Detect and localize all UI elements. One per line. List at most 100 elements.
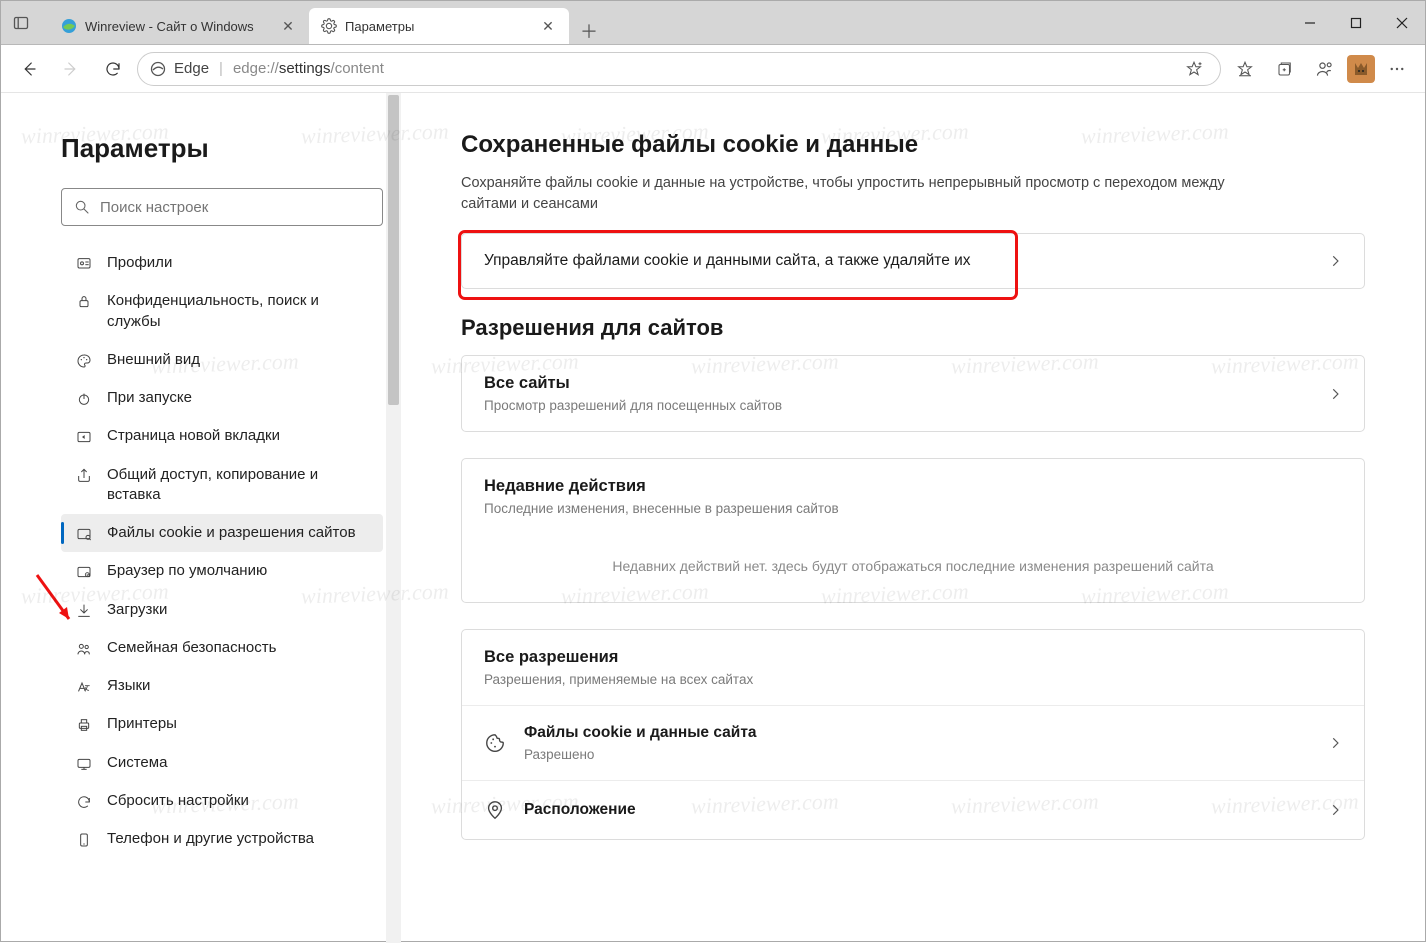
favorite-star-button[interactable] (1180, 51, 1208, 87)
tab-actions-icon (13, 15, 29, 31)
chevron-right-icon (1328, 736, 1342, 750)
profile-icon (75, 255, 93, 273)
tab-actions-button[interactable] (1, 1, 41, 44)
refresh-button[interactable] (95, 51, 131, 87)
forward-button[interactable] (53, 51, 89, 87)
all-permissions-card: Все разрешения Разрешения, применяемые н… (461, 629, 1365, 840)
nav-profiles[interactable]: Профили (61, 244, 383, 282)
sidebar-scrollbar[interactable] (386, 93, 401, 943)
site-permissions-heading: Разрешения для сайтов (461, 315, 1365, 341)
close-tab-button[interactable]: ✕ (279, 18, 297, 35)
new-tab-button[interactable]: ＋ (569, 18, 609, 44)
tab-label: Параметры (345, 19, 531, 34)
search-input[interactable] (100, 199, 370, 216)
favorites-button[interactable] (1227, 51, 1263, 87)
nav-share[interactable]: Общий доступ, копирование и вставка (61, 456, 383, 515)
all-sites-card[interactable]: Все сайты Просмотр разрешений для посеще… (461, 355, 1365, 432)
chevron-right-icon (1328, 254, 1342, 268)
divider: | (219, 60, 223, 77)
default-browser-icon (75, 563, 93, 581)
perm-location-title: Расположение (524, 801, 1310, 819)
all-perms-sub: Разрешения, применяемые на всех сайтах (484, 672, 753, 687)
saved-cookies-sub: Сохраняйте файлы cookie и данные на устр… (461, 173, 1281, 215)
download-icon (75, 602, 93, 620)
recent-title: Недавние действия (484, 477, 839, 496)
palette-icon (75, 352, 93, 370)
reset-icon (75, 793, 93, 811)
settings-search[interactable] (61, 188, 383, 226)
perm-cookies-row[interactable]: Файлы cookie и данные сайта Разрешено (462, 706, 1364, 780)
collections-button[interactable] (1267, 51, 1303, 87)
perm-cookies-status: Разрешено (524, 747, 1310, 762)
nav-default-browser[interactable]: Браузер по умолчанию (61, 552, 383, 590)
nav-downloads[interactable]: Загрузки (61, 591, 383, 629)
phone-icon (75, 831, 93, 849)
all-sites-sub: Просмотр разрешений для посещенных сайто… (484, 398, 782, 413)
printer-icon (75, 716, 93, 734)
titlebar: Winreview - Сайт о Windows ✕ Параметры ✕… (1, 1, 1425, 45)
location-icon (484, 799, 506, 821)
address-bar[interactable]: Edge | edge://settings/content (137, 52, 1221, 86)
settings-sidebar: Параметры Профили Конфиденциальность, по… (1, 93, 401, 943)
nav-startup[interactable]: При запуске (61, 379, 383, 417)
share-icon (75, 467, 93, 485)
nav-printers[interactable]: Принтеры (61, 705, 383, 743)
newtab-icon (75, 428, 93, 446)
minimize-button[interactable] (1287, 1, 1333, 44)
nav-privacy[interactable]: Конфиденциальность, поиск и службы (61, 282, 383, 341)
nav-cookies[interactable]: Файлы cookie и разрешения сайтов (61, 514, 383, 552)
close-window-button[interactable] (1379, 1, 1425, 44)
chevron-right-icon (1328, 387, 1342, 401)
cookies-icon (75, 525, 93, 543)
recent-empty-msg: Недавних действий нет. здесь будут отобр… (462, 534, 1364, 602)
toolbar: Edge | edge://settings/content (1, 45, 1425, 93)
sidebar-title: Параметры (61, 133, 383, 164)
all-perms-title: Все разрешения (484, 648, 753, 667)
recent-sub: Последние изменения, внесенные в разреше… (484, 501, 839, 516)
tabs-strip: Winreview - Сайт о Windows ✕ Параметры ✕… (41, 1, 1287, 44)
edge-logo-icon (150, 61, 166, 77)
window-controls (1287, 1, 1425, 44)
settings-main: Сохраненные файлы cookie и данные Сохран… (401, 93, 1425, 943)
profile-avatar[interactable] (1347, 55, 1375, 83)
nav-newtab[interactable]: Страница новой вкладки (61, 417, 383, 455)
gear-icon (321, 18, 337, 34)
settings-nav: Профили Конфиденциальность, поиск и служ… (61, 244, 383, 858)
menu-button[interactable] (1379, 51, 1415, 87)
search-icon (74, 199, 90, 215)
power-icon (75, 390, 93, 408)
perm-cookies-title: Файлы cookie и данные сайта (524, 724, 1310, 742)
nav-appearance[interactable]: Внешний вид (61, 341, 383, 379)
close-tab-button[interactable]: ✕ (539, 18, 557, 35)
recent-activity-card: Недавние действия Последние изменения, в… (461, 458, 1365, 603)
maximize-button[interactable] (1333, 1, 1379, 44)
cookie-icon (484, 732, 506, 754)
all-sites-title: Все сайты (484, 374, 782, 393)
chevron-right-icon (1328, 803, 1342, 817)
favicon-edge-icon (61, 18, 77, 34)
scrollbar-thumb[interactable] (388, 95, 399, 405)
site-identity[interactable]: Edge (150, 60, 209, 77)
lock-icon (75, 293, 93, 311)
nav-reset[interactable]: Сбросить настройки (61, 782, 383, 820)
manage-cookies-card[interactable]: Управляйте файлами cookie и данными сайт… (461, 233, 1365, 289)
content: Параметры Профили Конфиденциальность, по… (1, 93, 1425, 943)
tab-settings[interactable]: Параметры ✕ (309, 8, 569, 44)
back-button[interactable] (11, 51, 47, 87)
profile-switch-button[interactable] (1307, 51, 1343, 87)
tab-label: Winreview - Сайт о Windows (85, 19, 271, 34)
toolbar-right (1227, 51, 1415, 87)
url-prefix: Edge (174, 60, 209, 77)
family-icon (75, 640, 93, 658)
url-text: edge://settings/content (233, 60, 1170, 77)
system-icon (75, 755, 93, 773)
nav-family[interactable]: Семейная безопасность (61, 629, 383, 667)
nav-phone[interactable]: Телефон и другие устройства (61, 820, 383, 858)
perm-location-row[interactable]: Расположение (462, 780, 1364, 839)
saved-cookies-heading: Сохраненные файлы cookie и данные (461, 131, 1365, 159)
nav-languages[interactable]: Языки (61, 667, 383, 705)
manage-cookies-label: Управляйте файлами cookie и данными сайт… (484, 252, 971, 270)
tab-winreview[interactable]: Winreview - Сайт о Windows ✕ (49, 8, 309, 44)
nav-system[interactable]: Система (61, 744, 383, 782)
languages-icon (75, 678, 93, 696)
